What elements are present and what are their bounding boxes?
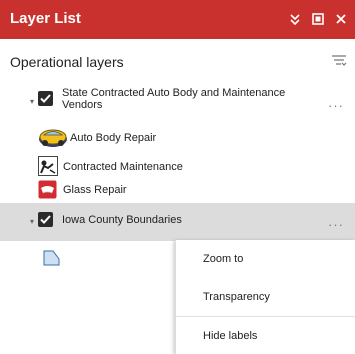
windshield-icon: [38, 180, 57, 204]
menu-item-hide-labels[interactable]: Hide labels: [176, 317, 355, 354]
layer-checkbox[interactable]: [38, 212, 53, 227]
layer-checkbox[interactable]: [38, 91, 53, 106]
car-icon: [38, 126, 72, 153]
layer-row-county-boundaries[interactable]: ▾ Iowa County Boundaries ···: [0, 203, 355, 241]
legend-item: Contracted Maintenance: [0, 156, 355, 180]
panel-header-label: Operational layers: [10, 54, 124, 70]
legend-item: Auto Body Repair: [0, 126, 355, 150]
layer-context-menu: Zoom to Transparency Hide labels: [175, 240, 355, 354]
menu-item-label: Zoom to: [203, 253, 244, 265]
collapse-icon[interactable]: [287, 11, 303, 27]
layer-name: Iowa County Boundaries: [62, 214, 182, 226]
expand-arrow-icon[interactable]: ▾: [30, 218, 34, 226]
menu-item-label: Transparency: [203, 291, 270, 303]
layer-name: State Contracted Auto Body and Maintenan…: [62, 87, 286, 111]
operational-layers-header: Operational layers: [0, 39, 355, 81]
polygon-icon: [43, 250, 60, 266]
legend-label: Contracted Maintenance: [63, 161, 183, 173]
mechanic-icon: [38, 156, 58, 181]
menu-item-zoom-to[interactable]: Zoom to: [176, 240, 355, 278]
window-title: Layer List: [10, 10, 81, 27]
more-options-icon[interactable]: ···: [328, 218, 344, 231]
menu-item-label: Hide labels: [203, 330, 258, 342]
window-titlebar: Layer List: [0, 0, 355, 39]
filter-icon[interactable]: [331, 54, 347, 68]
legend-item: Glass Repair: [0, 180, 355, 204]
more-options-icon[interactable]: ···: [328, 99, 344, 112]
maximize-icon[interactable]: [310, 11, 326, 27]
legend-label: Auto Body Repair: [70, 132, 157, 144]
menu-item-transparency[interactable]: Transparency: [176, 278, 355, 316]
legend-label: Glass Repair: [63, 184, 127, 196]
expand-arrow-icon[interactable]: ▾: [30, 98, 34, 106]
close-icon[interactable]: [333, 11, 349, 27]
layer-row-vendors[interactable]: ▾ State Contracted Auto Body and Mainten…: [0, 81, 355, 123]
